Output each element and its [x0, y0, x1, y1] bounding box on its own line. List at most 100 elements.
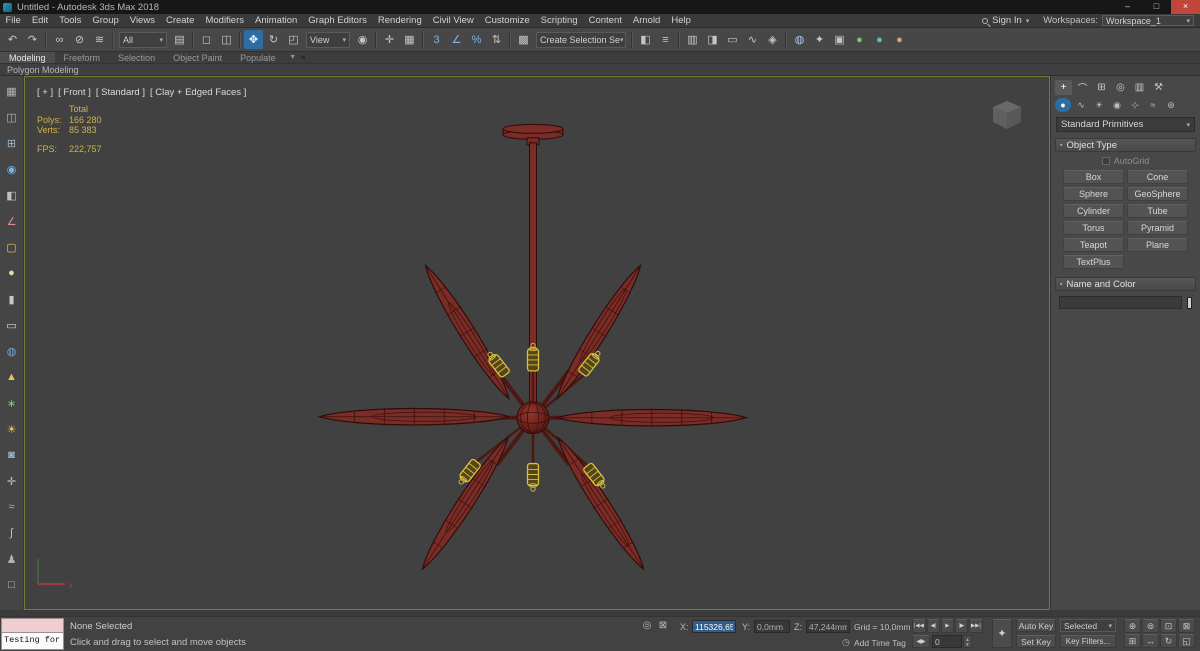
workspace-dropdown[interactable]: Workspace_1 ▾ [1102, 15, 1194, 26]
minimize-button[interactable]: – [1113, 0, 1142, 14]
select-and-link-button[interactable]: ∞ [50, 30, 69, 49]
menu-modifiers[interactable]: Modifiers [200, 14, 250, 27]
left-tool-helpers[interactable]: ✛ [3, 472, 21, 490]
percent-snap-toggle[interactable]: % [467, 30, 486, 49]
rendered-frame-window-button[interactable]: ▣ [830, 30, 849, 49]
menu-animation[interactable]: Animation [250, 14, 303, 27]
set-keys-button[interactable]: ✦ [992, 619, 1012, 648]
cylinder-button[interactable]: Cylinder [1063, 204, 1124, 218]
bind-to-space-warp-button[interactable]: ≋ [90, 30, 109, 49]
left-tool-bones[interactable]: ∫ [3, 524, 21, 542]
z-coordinate-field[interactable] [806, 620, 850, 633]
viewport-front[interactable]: [ + ] [ Front ] [ Standard ] [ Clay + Edged… [24, 76, 1050, 610]
toggle-ribbon-button[interactable]: ▭ [723, 30, 742, 49]
fan-blade[interactable] [549, 260, 649, 404]
object-color-swatch[interactable] [1187, 296, 1192, 309]
box-button[interactable]: Box [1063, 170, 1124, 184]
left-tool-plane[interactable]: ▭ [3, 316, 21, 334]
frame-spinner[interactable]: ▲ ▼ [963, 635, 972, 648]
zoom-extents-button[interactable]: ⊡ [1160, 619, 1177, 633]
left-tool-container[interactable]: □ [3, 576, 21, 594]
zoom-all-button[interactable]: ⊚ [1142, 619, 1159, 633]
menu-rendering[interactable]: Rendering [372, 14, 427, 27]
geometry-category[interactable]: ● [1055, 98, 1071, 112]
add-time-tag-button[interactable]: Add Time Tag [854, 638, 906, 648]
left-tool-scene-explorer[interactable]: ▦ [3, 82, 21, 100]
menu-graph-editors[interactable]: Graph Editors [303, 14, 373, 27]
lamp-socket[interactable] [526, 462, 540, 492]
ceiling-mount[interactable] [502, 123, 564, 146]
textplus-button[interactable]: TextPlus [1063, 255, 1124, 269]
curve-editor-button[interactable]: ∿ [743, 30, 762, 49]
modify-tab[interactable]: ⌒ [1074, 80, 1091, 95]
undo-button[interactable]: ↶ [3, 30, 22, 49]
select-by-name-button[interactable]: ▤ [170, 30, 189, 49]
edit-named-selection-sets-button[interactable]: ▩ [514, 30, 533, 49]
render-setup-button[interactable]: ✦ [810, 30, 829, 49]
zoom-button[interactable]: ⊕ [1124, 619, 1141, 633]
viewport-pov-menu[interactable]: [ Front ] [58, 87, 91, 98]
mirror-button[interactable]: ◧ [636, 30, 655, 49]
next-frame-button[interactable]: |▶ [954, 619, 968, 633]
utilities-tab[interactable]: ⚒ [1150, 80, 1167, 95]
sphere-button[interactable]: Sphere [1063, 187, 1124, 201]
left-tool-space-warp[interactable]: ≈ [3, 498, 21, 516]
select-and-move-button[interactable]: ✥ [244, 30, 263, 49]
left-tool-viewport-layout[interactable]: ⊞ [3, 134, 21, 152]
space-warps-category[interactable]: ≈ [1145, 98, 1161, 112]
teapot-button[interactable]: Teapot [1063, 238, 1124, 252]
menu-customize[interactable]: Customize [479, 14, 535, 27]
fan-blade[interactable] [318, 406, 510, 427]
hierarchy-tab[interactable]: ⊞ [1093, 80, 1110, 95]
go-to-start-button[interactable]: |◀◀ [912, 619, 926, 633]
x-coordinate-field[interactable] [692, 620, 736, 633]
cone-button[interactable]: Cone [1127, 170, 1188, 184]
menu-tools[interactable]: Tools [54, 14, 87, 27]
select-and-rotate-button[interactable]: ↻ [264, 30, 283, 49]
viewport-general-menu[interactable]: [ + ] [37, 87, 53, 98]
left-tool-foliage[interactable]: ∗ [3, 394, 21, 412]
key-mode-toggle[interactable]: ◀▶ [912, 635, 930, 648]
app-logo-icon[interactable] [3, 2, 12, 12]
isolate-selection-toggle[interactable]: ◎ [640, 620, 654, 631]
autogrid-checkbox[interactable] [1101, 157, 1110, 165]
menu-civil-view[interactable]: Civil View [427, 14, 479, 27]
sign-in-chevron-down-icon[interactable]: ▾ [1026, 17, 1030, 25]
chandelier-model[interactable] [25, 77, 1049, 609]
macro-recorder-field[interactable] [1, 618, 64, 633]
render-iterative-button[interactable]: ● [870, 30, 889, 49]
go-to-end-button[interactable]: ▶▶| [968, 619, 983, 633]
systems-category[interactable]: ⊛ [1163, 98, 1179, 112]
polygon-modeling-panel-label[interactable]: Polygon Modeling [7, 65, 79, 75]
left-tool-geosphere[interactable]: ◍ [3, 342, 21, 360]
snaps-toggle-3d[interactable]: 3 [427, 30, 446, 49]
fan-blade[interactable] [549, 432, 652, 575]
menu-edit[interactable]: Edit [26, 14, 53, 27]
left-tool-mirror[interactable]: ◧ [3, 186, 21, 204]
left-tool-box[interactable]: ▢ [3, 238, 21, 256]
torus-button[interactable]: Torus [1063, 221, 1124, 235]
helpers-category[interactable]: ⊹ [1127, 98, 1143, 112]
left-tool-snap[interactable]: ◉ [3, 160, 21, 178]
create-tab[interactable]: + [1055, 80, 1072, 95]
left-tool-cone[interactable]: ▲ [3, 368, 21, 386]
listener-field[interactable]: Testing for i [1, 633, 64, 650]
geosphere-button[interactable]: GeoSphere [1127, 187, 1188, 201]
cameras-category[interactable]: ◉ [1109, 98, 1125, 112]
lights-category[interactable]: ☀ [1091, 98, 1107, 112]
left-tool-layer-explorer[interactable]: ◫ [3, 108, 21, 126]
menu-file[interactable]: File [0, 14, 26, 27]
ribbon-tab-modeling[interactable]: Modeling [0, 52, 55, 63]
window-crossing-toggle[interactable]: ◫ [217, 30, 236, 49]
menu-create[interactable]: Create [160, 14, 200, 27]
maximize-button[interactable]: □ [1142, 0, 1171, 14]
ribbon-tab-populate[interactable]: Populate [231, 52, 285, 63]
auto-key-toggle[interactable]: Auto Key [1016, 619, 1056, 632]
menu-arnold[interactable]: Arnold [627, 14, 665, 27]
selection-lock-toggle[interactable]: ⊠ [656, 620, 670, 631]
ribbon-overflow-chevron-icon[interactable]: ▾ [291, 51, 295, 63]
unlink-selection-button[interactable]: ⊘ [70, 30, 89, 49]
previous-frame-button[interactable]: ◀| [926, 619, 940, 633]
left-tool-biped[interactable]: ♟ [3, 550, 21, 568]
material-editor-button[interactable]: ◍ [790, 30, 809, 49]
